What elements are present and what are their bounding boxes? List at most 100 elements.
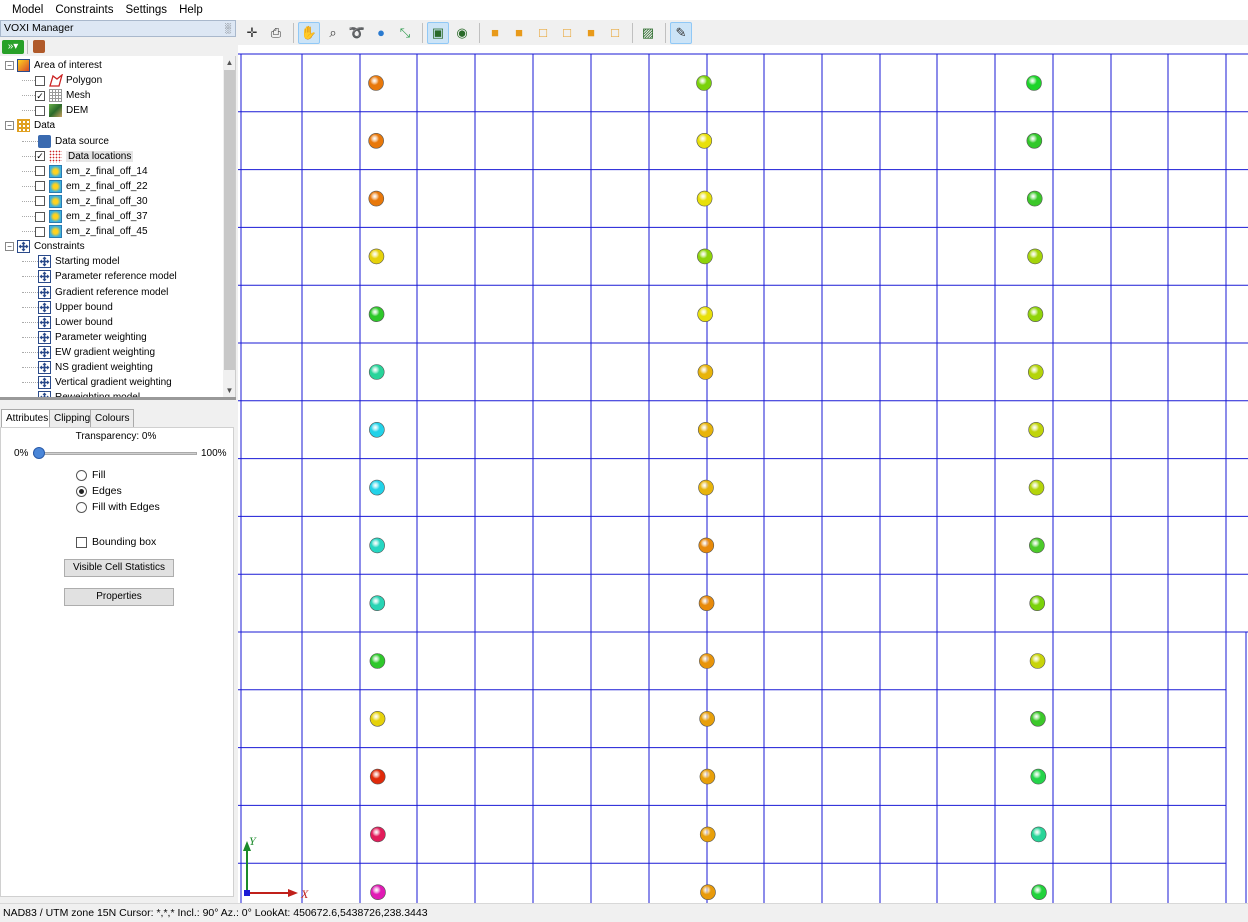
- bounding-box-checkbox[interactable]: [76, 536, 87, 548]
- data-location-point[interactable]: [369, 421, 385, 438]
- collapse-icon[interactable]: −: [5, 121, 14, 131]
- data-location-point[interactable]: [368, 248, 385, 265]
- data-location-point[interactable]: [369, 479, 385, 496]
- data-location-point[interactable]: [369, 710, 386, 727]
- tree-item-em-z-final-off-14[interactable]: em_z_final_off_14: [22, 164, 148, 179]
- data-location-point[interactable]: [699, 710, 715, 727]
- fill-with-edges-radio[interactable]: [76, 501, 87, 513]
- edges-option[interactable]: Edges: [76, 485, 122, 497]
- zoom-icon[interactable]: ⌕: [322, 22, 344, 44]
- data-location-point[interactable]: [698, 595, 715, 612]
- tab-colours[interactable]: Colours: [90, 409, 135, 427]
- tree-item-mesh[interactable]: ✓ Mesh: [22, 88, 90, 103]
- tab-clipping[interactable]: Clipping: [49, 409, 96, 427]
- tree-item-parameter-reference-model[interactable]: Parameter reference model: [22, 269, 177, 284]
- data-location-point[interactable]: [1027, 306, 1044, 323]
- data-location-point[interactable]: [369, 537, 385, 554]
- data-location-point[interactable]: [368, 75, 384, 91]
- data-location-point[interactable]: [697, 306, 713, 323]
- data-location-point[interactable]: [699, 653, 715, 669]
- tree-item-starting-model[interactable]: Starting model: [22, 254, 119, 269]
- properties-button[interactable]: Properties: [64, 588, 174, 606]
- data-location-point[interactable]: [696, 133, 713, 149]
- tree-checkbox[interactable]: ✓: [35, 90, 45, 101]
- data-location-point[interactable]: [696, 75, 712, 91]
- cube-right-icon[interactable]: □: [556, 22, 578, 44]
- data-location-point[interactable]: [697, 248, 713, 265]
- menu-constraints[interactable]: Constraints: [49, 0, 119, 20]
- collapse-icon[interactable]: −: [5, 61, 14, 70]
- tree-checkbox[interactable]: [35, 105, 45, 116]
- cube-front-icon[interactable]: ■: [484, 22, 506, 44]
- tree-item-data[interactable]: − Data: [5, 118, 55, 133]
- tree-item-data-locations[interactable]: ✓ Data locations: [22, 149, 134, 164]
- pan-select-icon[interactable]: ✛: [241, 22, 263, 44]
- cube-bottom-icon[interactable]: □: [604, 22, 626, 44]
- data-location-point[interactable]: [1027, 364, 1044, 380]
- data-location-point[interactable]: [1026, 75, 1042, 91]
- data-location-point[interactable]: [369, 653, 386, 669]
- tree-checkbox[interactable]: ✓: [35, 151, 45, 162]
- tree-item-em-z-final-off-30[interactable]: em_z_final_off_30: [22, 194, 148, 209]
- data-location-point[interactable]: [1029, 537, 1045, 554]
- data-location-point[interactable]: [369, 768, 386, 785]
- data-location-point[interactable]: [1030, 768, 1047, 785]
- scroll-down-icon[interactable]: ▼: [223, 384, 235, 397]
- tree-item-data-source[interactable]: Data source: [22, 134, 109, 149]
- book-icon[interactable]: [33, 40, 45, 53]
- data-location-point[interactable]: [1030, 826, 1047, 843]
- view-reset-icon[interactable]: ▨: [637, 22, 659, 44]
- data-location-point[interactable]: [697, 421, 714, 438]
- tree-item-constraints[interactable]: − Constraints: [5, 239, 85, 254]
- data-location-point[interactable]: [1027, 248, 1043, 265]
- transparency-slider[interactable]: [33, 447, 45, 459]
- data-location-point[interactable]: [1030, 710, 1046, 727]
- viewport-canvas[interactable]: YX: [238, 45, 1248, 903]
- data-location-point[interactable]: [368, 133, 384, 149]
- tree-item-ew-gradient-weighting[interactable]: EW gradient weighting: [22, 345, 155, 360]
- data-location-point[interactable]: [696, 190, 713, 207]
- scroll-up-icon[interactable]: ▲: [223, 56, 235, 69]
- panel-splitter[interactable]: [0, 397, 236, 400]
- run-dropdown-icon[interactable]: »▾: [2, 39, 24, 54]
- tree-checkbox[interactable]: [35, 196, 45, 207]
- lasso-icon[interactable]: ➰: [346, 22, 368, 44]
- draw-box-icon[interactable]: ✎: [670, 21, 692, 44]
- data-location-point[interactable]: [1026, 190, 1043, 207]
- cube-top-icon[interactable]: ■: [580, 22, 602, 44]
- print-icon[interactable]: ⎙: [265, 22, 287, 44]
- data-location-point[interactable]: [368, 190, 385, 207]
- data-location-point[interactable]: [370, 826, 386, 843]
- tree-item-polygon[interactable]: Polygon: [22, 73, 102, 88]
- pin-icon[interactable]: ░: [225, 21, 231, 36]
- 3d-viewport[interactable]: YX: [238, 45, 1248, 903]
- tree-item-dem[interactable]: DEM: [22, 103, 88, 118]
- data-location-point[interactable]: [698, 479, 714, 496]
- tab-attributes[interactable]: Attributes: [1, 409, 54, 428]
- tree-item-area-of-interest[interactable]: − Area of interest: [5, 58, 102, 73]
- tree-checkbox[interactable]: [35, 166, 45, 177]
- tree-item-em-z-final-off-22[interactable]: em_z_final_off_22: [22, 179, 148, 194]
- data-location-point[interactable]: [368, 306, 385, 323]
- data-location-point[interactable]: [697, 364, 714, 380]
- tree-item-vertical-gradient-weighting[interactable]: Vertical gradient weighting: [22, 375, 172, 390]
- menu-model[interactable]: Model: [6, 0, 49, 20]
- tree-item-ns-gradient-weighting[interactable]: NS gradient weighting: [22, 360, 153, 375]
- data-location-point[interactable]: [1029, 595, 1046, 612]
- data-location-point[interactable]: [370, 884, 386, 901]
- tree-item-gradient-reference-model[interactable]: Gradient reference model: [22, 285, 168, 300]
- tree-checkbox[interactable]: [35, 226, 45, 237]
- bounding-box-option[interactable]: Bounding box: [76, 536, 156, 548]
- fill-with-edges-option[interactable]: Fill with Edges: [76, 501, 160, 513]
- data-location-point[interactable]: [1028, 479, 1045, 496]
- tree-scrollbar[interactable]: ▲ ▼: [223, 56, 235, 397]
- fill-option[interactable]: Fill: [76, 469, 105, 481]
- globe-icon[interactable]: ●: [370, 22, 392, 44]
- data-location-point[interactable]: [369, 595, 386, 612]
- data-location-point[interactable]: [699, 768, 716, 785]
- data-location-point[interactable]: [1029, 653, 1046, 669]
- data-location-point[interactable]: [700, 884, 716, 901]
- collapse-icon[interactable]: −: [5, 242, 14, 252]
- tree-item-lower-bound[interactable]: Lower bound: [22, 315, 113, 330]
- hand-pan-icon[interactable]: ✋: [298, 21, 320, 44]
